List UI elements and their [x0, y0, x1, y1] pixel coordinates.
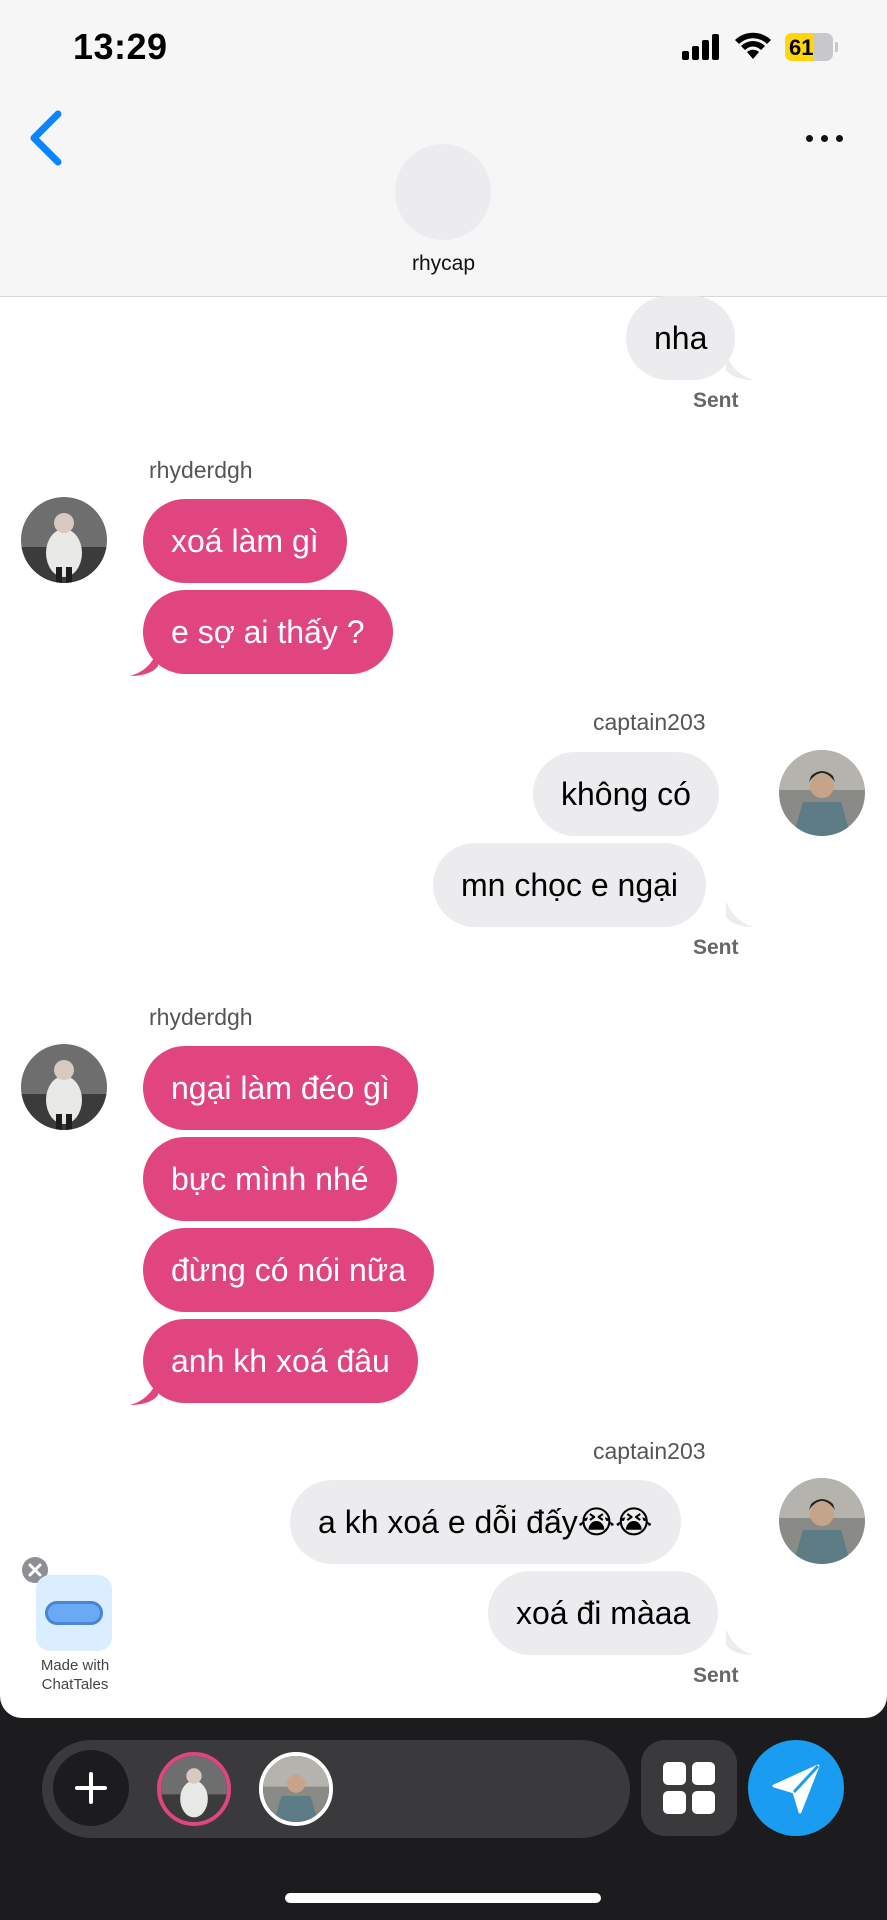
cellular-signal-icon	[682, 34, 719, 60]
header-bar: 13:29 61 rhycap	[0, 0, 887, 297]
more-options-button[interactable]	[800, 124, 850, 154]
outgoing-message[interactable]: a kh xoá e dỗi đấy😭😭	[290, 1480, 681, 1564]
contact-avatar[interactable]	[395, 144, 491, 240]
bubble-tail	[130, 650, 158, 676]
character-avatar-rhyderdgh[interactable]	[157, 1752, 231, 1826]
sent-status: Sent	[693, 389, 739, 412]
bubble-tail	[726, 354, 754, 380]
outgoing-message[interactable]: mn chọc e ngại	[433, 843, 707, 927]
battery-level: 61	[789, 35, 814, 60]
add-button[interactable]	[53, 1750, 129, 1826]
paper-plane-icon	[772, 1764, 820, 1814]
contact-name: rhycap	[411, 252, 476, 275]
avatar-photo-icon	[161, 1756, 227, 1822]
incoming-message[interactable]: bực mình nhé	[143, 1137, 397, 1221]
incoming-message[interactable]: anh kh xoá đâu	[143, 1319, 418, 1403]
watermark-line-2: ChatTales	[41, 1676, 109, 1693]
wifi-icon	[735, 32, 771, 59]
sender-name: rhyderdgh	[149, 457, 253, 483]
avatar[interactable]	[779, 1478, 865, 1564]
chattales-logo[interactable]	[36, 1575, 112, 1651]
avatar-photo-icon	[21, 497, 107, 583]
bubble-tail	[130, 1379, 158, 1405]
back-chevron-icon[interactable]	[24, 108, 68, 168]
avatar-photo-icon	[21, 1044, 107, 1130]
plus-icon	[75, 1772, 107, 1804]
avatar[interactable]	[779, 750, 865, 836]
more-dot-icon	[836, 135, 843, 142]
chat-screen: 13:29 61 rhycap nha Sent rhyderdgh xoá l…	[0, 0, 887, 1718]
grid-menu-button[interactable]	[641, 1740, 737, 1836]
watermark-line-1: Made with	[40, 1657, 110, 1674]
outgoing-message[interactable]: nha	[626, 296, 736, 380]
avatar-photo-icon	[263, 1756, 329, 1822]
sender-name: rhyderdgh	[149, 1004, 253, 1030]
watermark-text: Made with ChatTales	[20, 1656, 130, 1694]
sent-status: Sent	[693, 1664, 739, 1687]
sender-name: captain203	[593, 709, 706, 735]
character-avatar-captain203[interactable]	[259, 1752, 333, 1826]
grid-icon	[663, 1762, 715, 1814]
sender-name: captain203	[593, 1438, 706, 1464]
incoming-message[interactable]: e sợ ai thấy ?	[143, 590, 393, 674]
send-button[interactable]	[748, 1740, 844, 1836]
battery-icon: 61	[785, 33, 838, 61]
bubble-tail	[726, 901, 754, 927]
character-picker-bar	[42, 1740, 630, 1838]
avatar-photo-icon	[779, 750, 865, 836]
more-dot-icon	[806, 135, 813, 142]
incoming-message[interactable]: đừng có nói nữa	[143, 1228, 434, 1312]
avatar-photo-icon	[779, 1478, 865, 1564]
incoming-message[interactable]: ngại làm đéo gì	[143, 1046, 418, 1130]
status-time: 13:29	[73, 26, 168, 67]
avatar[interactable]	[21, 1044, 107, 1130]
incoming-message[interactable]: xoá làm gì	[143, 499, 347, 583]
home-indicator[interactable]	[285, 1893, 601, 1903]
avatar[interactable]	[21, 497, 107, 583]
more-dot-icon	[821, 135, 828, 142]
sent-status: Sent	[693, 936, 739, 959]
outgoing-message[interactable]: xoá đi màaa	[488, 1571, 719, 1655]
outgoing-message[interactable]: không có	[533, 752, 719, 836]
bubble-tail	[726, 1629, 754, 1655]
